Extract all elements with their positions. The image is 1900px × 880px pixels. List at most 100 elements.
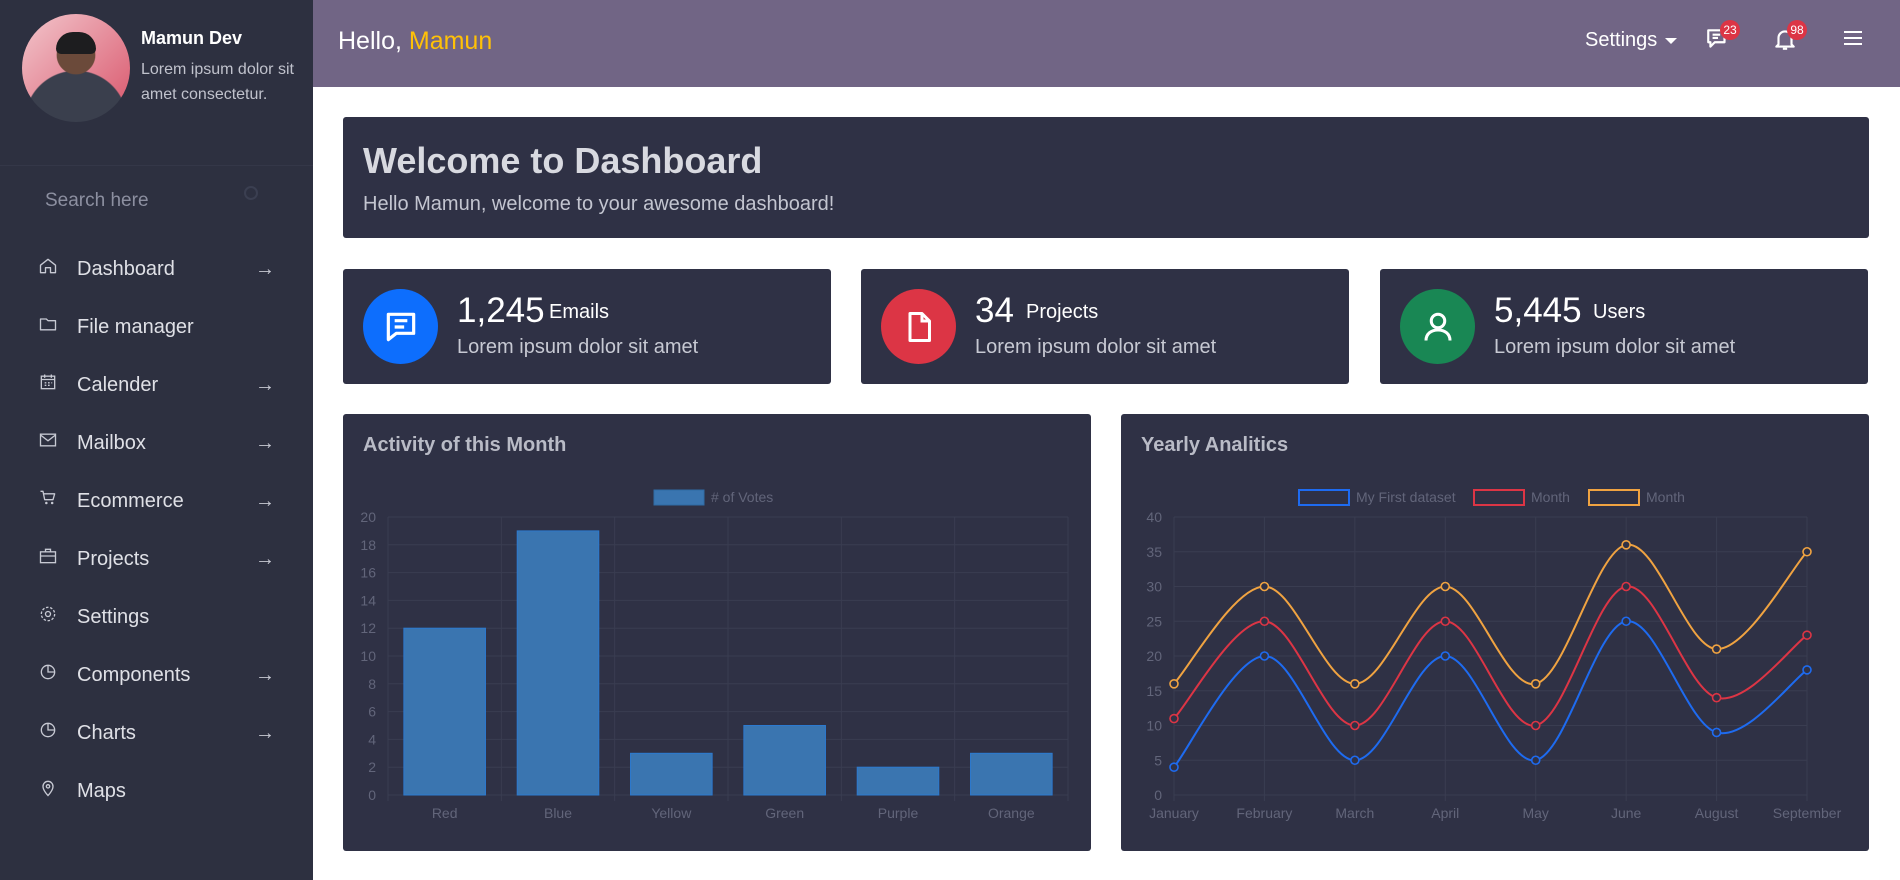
y-tick-label: 25	[1146, 613, 1162, 629]
sidebar-item-label: File manager	[77, 315, 194, 338]
sidebar-item-label: Components	[77, 663, 191, 686]
x-tick-label: Green	[765, 805, 804, 821]
y-tick-label: 16	[360, 565, 376, 581]
sidebar-item-charts[interactable]: Charts →	[0, 704, 313, 762]
sidebar-item-mailbox[interactable]: Mailbox →	[0, 414, 313, 472]
bar-chart: # of Votes 0 2 4 6 8 10 12 14 16 18 20 Red Blue Yellow…	[360, 489, 1069, 821]
bar	[516, 530, 600, 796]
y-tick-label: 40	[1146, 509, 1162, 525]
sidebar-item-projects[interactable]: Projects →	[0, 530, 313, 588]
stat-value: 1,245	[457, 291, 545, 330]
series-line	[1173, 620, 1808, 768]
bar	[856, 766, 940, 796]
data-point	[1530, 755, 1541, 766]
bar	[970, 752, 1053, 796]
stat-description: Lorem ipsum dolor sit amet	[975, 336, 1217, 358]
settings-label: Settings	[1585, 29, 1658, 51]
x-tick-label: March	[1335, 805, 1374, 821]
data-point	[1530, 678, 1541, 689]
search-icon[interactable]	[244, 186, 258, 200]
stat-value: 5,445	[1494, 291, 1582, 330]
x-tick-label: September	[1773, 805, 1842, 821]
top-header: Hello, Mamun Settings 23 98	[313, 0, 1900, 87]
x-tick-label: Yellow	[651, 805, 692, 821]
stat-value: 34	[975, 291, 1014, 330]
message-icon	[363, 289, 438, 364]
briefcase-icon	[39, 548, 57, 564]
profile-name: Mamun Dev	[141, 28, 243, 48]
y-tick-label: 35	[1146, 544, 1162, 560]
sidebar-item-ecommerce[interactable]: Ecommerce →	[0, 472, 313, 530]
welcome-card: Welcome to Dashboard Hello Mamun, welcom…	[343, 117, 1869, 238]
stat-card-projects[interactable]: 34 Projects Lorem ipsum dolor sit amet	[861, 269, 1349, 384]
sidebar-item-calender[interactable]: Calender →	[0, 356, 313, 414]
messages-badge: 23	[1720, 20, 1740, 40]
data-point	[1169, 713, 1179, 724]
y-tick-label: 20	[1146, 648, 1162, 664]
x-tick-label: Purple	[878, 805, 919, 821]
search-input[interactable]	[45, 190, 245, 212]
y-tick-label: 0	[1154, 787, 1162, 803]
data-point	[1169, 762, 1179, 773]
sidebar-item-label: Calender	[77, 373, 159, 396]
data-point	[1711, 644, 1722, 654]
data-point	[1259, 651, 1270, 661]
arrow-right-icon: →	[255, 431, 275, 454]
sidebar-item-label: Charts	[77, 721, 136, 744]
sidebar-item-dashboard[interactable]: Dashboard →	[0, 240, 313, 298]
user-icon	[1400, 289, 1475, 364]
y-tick-label: 6	[368, 704, 376, 720]
y-tick-label: 18	[360, 537, 376, 553]
sidebar-item-maps[interactable]: Maps	[0, 762, 313, 820]
data-point	[1259, 616, 1270, 627]
avatar[interactable]	[22, 13, 130, 122]
x-tick-label: Orange	[988, 805, 1035, 821]
sidebar-item-file-manager[interactable]: File manager	[0, 298, 313, 356]
y-tick-label: 8	[368, 676, 376, 692]
pie-icon	[40, 664, 56, 680]
stat-card-users[interactable]: 5,445 Users Lorem ipsum dolor sit amet	[1380, 269, 1868, 384]
stat-label: Users	[1593, 301, 1646, 323]
menu-icon[interactable]	[1844, 31, 1862, 49]
sidebar-item-settings[interactable]: Settings	[0, 588, 313, 646]
x-tick-label: February	[1236, 805, 1292, 821]
data-point	[1350, 678, 1360, 689]
arrow-right-icon: →	[255, 663, 275, 686]
envelope-icon	[39, 433, 57, 447]
y-tick-label: 2	[368, 759, 376, 775]
sidebar-item-label: Dashboard	[77, 257, 175, 280]
y-tick-label: 10	[360, 648, 376, 664]
gear-icon	[40, 606, 56, 622]
sidebar-item-components[interactable]: Components →	[0, 646, 313, 704]
yearly-chart-card: Yearly Analitics My First dataset Month Mo…	[1121, 414, 1869, 851]
stat-label: Emails	[549, 301, 610, 323]
bar	[630, 752, 713, 796]
data-point	[1350, 755, 1360, 766]
legend-swatch	[1588, 489, 1640, 506]
sidebar-item-label: Mailbox	[77, 431, 146, 454]
bar	[743, 725, 826, 796]
search-box	[0, 166, 313, 236]
settings-dropdown[interactable]: Settings	[1585, 29, 1678, 52]
folder-icon	[39, 318, 57, 331]
x-tick-label: August	[1695, 805, 1739, 821]
stat-label: Projects	[1026, 301, 1099, 323]
calendar-icon	[40, 374, 56, 390]
x-tick-label: Blue	[544, 805, 572, 821]
profile: Mamun Dev Lorem ipsum dolor sit amet con…	[0, 0, 313, 166]
bar	[403, 627, 486, 796]
y-tick-label: 0	[368, 787, 376, 803]
arrow-right-icon: →	[255, 547, 275, 570]
data-point	[1621, 540, 1631, 550]
data-point	[1802, 546, 1812, 557]
data-point	[1711, 692, 1722, 703]
stat-card-emails[interactable]: 1,245 Emails Lorem ipsum dolor sit amet	[343, 269, 831, 384]
sidebar-nav: Dashboard → File manager Calender → Mailbox → E…	[0, 240, 313, 820]
caret-down-icon	[1665, 37, 1678, 44]
data-point	[1169, 678, 1179, 689]
profile-description: Lorem ipsum dolor sit amet consectetur.	[141, 61, 294, 103]
arrow-right-icon: →	[255, 257, 275, 280]
legend-label: Month	[1531, 489, 1570, 505]
y-tick-label: 10	[1146, 718, 1162, 734]
data-point	[1802, 630, 1812, 640]
